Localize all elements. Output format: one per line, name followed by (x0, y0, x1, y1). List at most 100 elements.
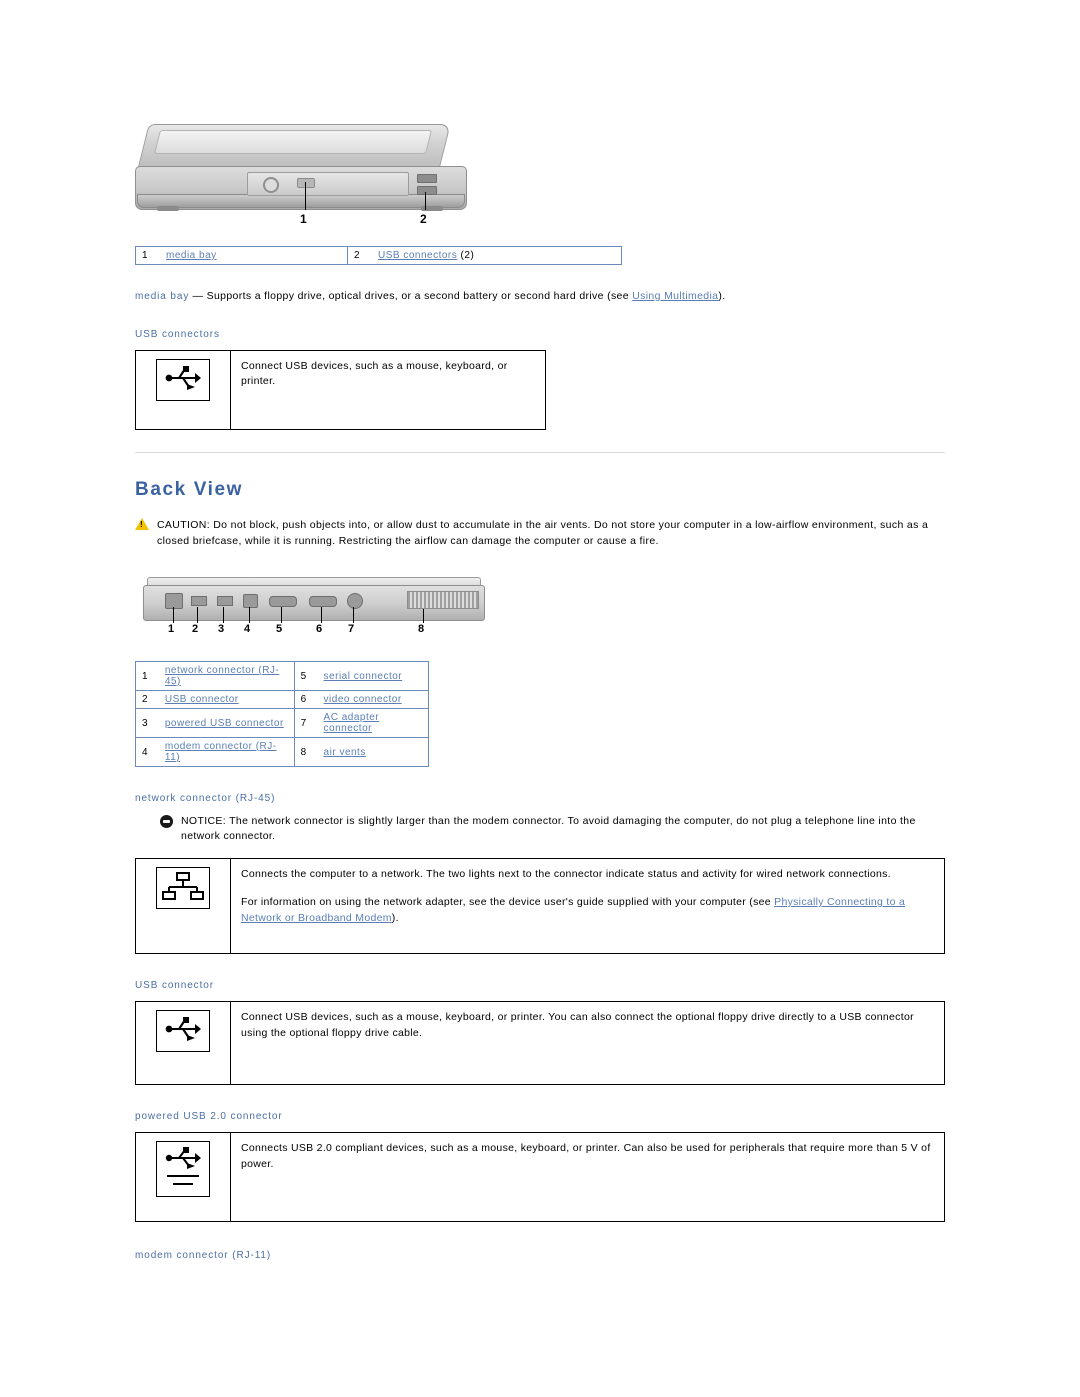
laptop-open-graphic: 1 2 (135, 120, 467, 230)
notice-label: NOTICE: (181, 815, 227, 828)
table-row: 1 network connector (RJ-45) 5 serial con… (134, 661, 429, 692)
callout-leader-1 (305, 182, 306, 210)
legend-value-usb-connectors: USB connectors (2) (372, 246, 622, 265)
legend-value: modem connector (RJ-11) (158, 737, 295, 768)
legend-number: 8 (293, 737, 318, 768)
caution-block: CAUTION: Do not block, push objects into… (135, 517, 947, 550)
usb-port-graphic (191, 596, 207, 607)
document-content: 1 2 1 media bay 2 USB connectors (2) med… (0, 0, 1080, 1291)
legend-number: 5 (293, 661, 318, 692)
caution-text-wrap: CAUTION: Do not block, push objects into… (157, 517, 947, 550)
usb-icon-cell (135, 349, 231, 430)
powered-usb-glyph (165, 1147, 201, 1186)
air-vents-graphic (407, 591, 479, 610)
usb-connectors-description-text: Connect USB devices, such as a mouse, ke… (230, 349, 546, 430)
powered-usb-connector-link[interactable]: powered USB connector (165, 718, 284, 729)
network-port-graphic (165, 593, 183, 610)
usb-port-graphic-2 (417, 186, 437, 195)
laptop-foot-left (157, 206, 179, 211)
back-usb-connector-heading: USB connector (135, 980, 214, 992)
usb-connector-link[interactable]: USB connector (165, 694, 239, 705)
legend-value-media-bay: media bay (160, 246, 348, 265)
video-connector-link[interactable]: video connector (324, 694, 402, 705)
table-row: Connects the computer to a network. The … (135, 858, 945, 955)
table-row: 3 powered USB connector 7 AC adapter con… (134, 708, 429, 739)
callout-number-5: 5 (276, 623, 283, 636)
usb-connectors-count: (2) (460, 250, 475, 261)
back-usb-icon-cell (135, 1001, 231, 1086)
media-bay-description-text: — Supports a floppy drive, optical drive… (189, 290, 633, 302)
powered-usb-description-text: Connects USB 2.0 compliant devices, such… (230, 1132, 945, 1223)
network-connector-link[interactable]: network connector (RJ-45) (165, 665, 279, 687)
table-row: Connect USB devices, such as a mouse, ke… (135, 1001, 945, 1086)
powered-usb-heading: powered USB 2.0 connector (135, 1111, 283, 1123)
legend-number: 3 (134, 708, 159, 739)
legend-number: 1 (134, 661, 159, 692)
legend-value: video connector (317, 690, 429, 710)
media-bay-description: media bay — Supports a floppy drive, opt… (135, 289, 947, 305)
callout-leader-7 (353, 607, 354, 624)
notice-text: The network connector is slightly larger… (181, 815, 916, 843)
network-desc-p2-a: For information on using the network ada… (241, 896, 775, 909)
table-row: Connect USB devices, such as a mouse, ke… (135, 349, 546, 430)
callout-leader-5 (281, 607, 282, 624)
powered-usb-description-table: Connects USB 2.0 compliant devices, such… (135, 1132, 945, 1223)
usb-symbol-icon (156, 358, 210, 401)
table-row: 1 media bay 2 USB connectors (2) (135, 246, 622, 265)
callout-number-1: 1 (300, 212, 307, 226)
media-bay-description-suffix: ). (718, 290, 726, 302)
modem-connector-link[interactable]: modem connector (RJ-11) (165, 741, 277, 763)
legend-number: 1 (135, 246, 160, 265)
powered-usb-symbol-icon (156, 1141, 210, 1198)
modem-port-graphic (243, 594, 258, 609)
network-connector-heading: network connector (RJ-45) (135, 793, 276, 805)
ac-adapter-connector-link[interactable]: AC adapter connector (324, 712, 380, 734)
back-view-legend-table: 1 network connector (RJ-45) 5 serial con… (134, 661, 429, 768)
serial-connector-link[interactable]: serial connector (324, 671, 403, 682)
legend-value: serial connector (317, 661, 429, 692)
callout-number-3: 3 (218, 623, 225, 636)
air-vents-link[interactable]: air vents (324, 747, 366, 758)
callout-leader-3 (223, 607, 224, 624)
callout-number-2: 2 (420, 212, 427, 226)
laptop-lid-inner (154, 130, 432, 154)
notice-text-wrap: NOTICE: The network connector is slightl… (181, 814, 950, 844)
network-icon-cell (135, 858, 231, 955)
notice-icon (160, 815, 173, 829)
media-bay-latch (297, 178, 315, 188)
legend-number: 7 (293, 708, 318, 739)
callout-leader-4 (249, 607, 250, 624)
laptop-base-front (137, 194, 465, 208)
page-title-back-view: Back View (135, 478, 244, 500)
caution-label: CAUTION: (157, 518, 210, 531)
network-desc-p2-b: ). (391, 911, 399, 924)
legend-value: air vents (317, 737, 429, 768)
callout-leader-2 (425, 192, 426, 210)
network-glyph (162, 872, 204, 901)
usb-port-graphic-1 (417, 174, 437, 183)
usb-connectors-heading: USB connectors (135, 328, 220, 340)
usb-glyph (165, 365, 201, 390)
back-usb-description-table: Connect USB devices, such as a mouse, ke… (135, 1001, 945, 1086)
network-desc-paragraph-2: For information on using the network ada… (241, 895, 934, 927)
front-view-illustration: 1 2 (135, 0, 475, 230)
callout-number-2: 2 (192, 623, 199, 636)
callout-number-4: 4 (244, 623, 251, 636)
callout-leader-1 (173, 607, 174, 624)
table-row: 4 modem connector (RJ-11) 8 air vents (134, 737, 429, 768)
legend-number: 2 (134, 690, 159, 710)
network-symbol-icon (156, 867, 210, 910)
callout-leader-8 (423, 609, 424, 624)
table-row: Connects USB 2.0 compliant devices, such… (135, 1132, 945, 1223)
modem-connector-heading: modem connector (RJ-11) (135, 1250, 272, 1262)
media-bay-link[interactable]: media bay (166, 250, 217, 261)
powered-usb-icon-cell (135, 1132, 231, 1223)
media-bay-term: media bay (135, 291, 190, 302)
network-connector-description-text: Connects the computer to a network. The … (230, 858, 945, 955)
legend-number: 6 (293, 690, 318, 710)
using-multimedia-link[interactable]: Using Multimedia (632, 290, 718, 302)
usb-connectors-link[interactable]: USB connectors (378, 250, 457, 261)
legend-number: 2 (347, 246, 372, 265)
usb-connectors-description-table: Connect USB devices, such as a mouse, ke… (135, 349, 546, 430)
media-bay-dial (263, 177, 279, 193)
